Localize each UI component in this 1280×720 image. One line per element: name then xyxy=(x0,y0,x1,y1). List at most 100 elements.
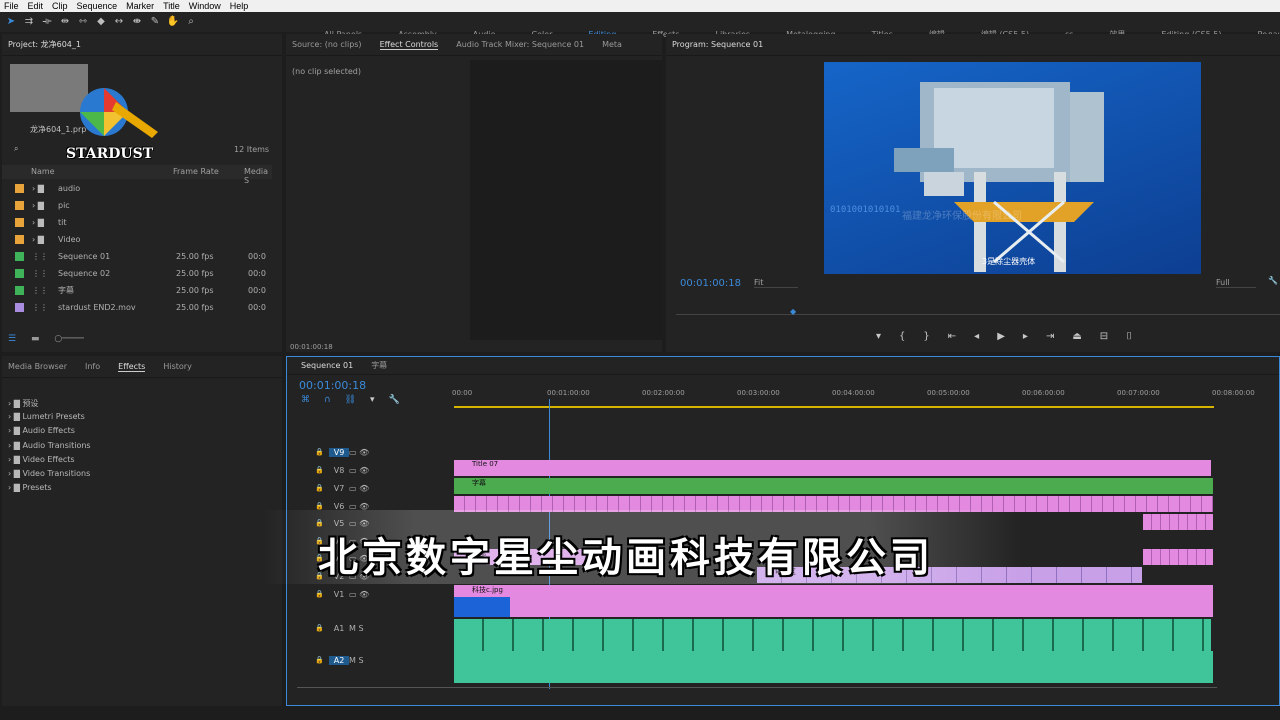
playhead-marker-icon[interactable]: ◆ xyxy=(790,307,796,316)
mark-in-icon[interactable]: { xyxy=(899,331,905,342)
lift-icon[interactable]: ⏏ xyxy=(1072,331,1081,342)
settings-icon[interactable]: 🔧 xyxy=(1268,276,1278,285)
slip-tool-icon[interactable]: ↔ xyxy=(112,16,126,28)
subtitle-clip[interactable]: 字幕 xyxy=(454,478,1213,494)
menu-help[interactable]: Help xyxy=(230,1,249,11)
step-forward-icon[interactable]: ▸ xyxy=(1023,331,1028,342)
ripple-edit-tool-icon[interactable]: ⟛ xyxy=(40,16,54,28)
tab-effects[interactable]: Effects xyxy=(118,362,146,372)
tab-source[interactable]: Source: (no clips) xyxy=(292,40,362,49)
v1-thumb[interactable] xyxy=(454,597,510,617)
project-item[interactable]: › ▇ tit xyxy=(2,214,272,231)
linked-selection-icon[interactable]: ⛓ xyxy=(345,395,356,405)
track-header[interactable]: 🔒 V8 ▭ 👁 xyxy=(315,461,467,479)
play-icon[interactable]: ▶ xyxy=(997,331,1005,342)
title-clip[interactable]: Title 07 xyxy=(454,460,1211,476)
timeline-scrollbar[interactable] xyxy=(297,687,1217,693)
project-item[interactable]: › ▇ audio xyxy=(2,180,272,197)
label-color-swatch[interactable] xyxy=(15,269,24,278)
menu-window[interactable]: Window xyxy=(189,1,221,11)
add-marker-icon[interactable]: ▾ xyxy=(876,331,881,342)
lock-icon[interactable]: 🔒 xyxy=(315,484,329,492)
lock-icon[interactable]: 🔒 xyxy=(315,448,329,456)
label-color-swatch[interactable] xyxy=(15,184,24,193)
program-ruler[interactable]: ◆ xyxy=(676,307,1280,324)
visibility-icon[interactable]: ▭ 👁 xyxy=(349,466,369,475)
step-back-icon[interactable]: ◂ xyxy=(974,331,979,342)
tab-info[interactable]: Info xyxy=(85,362,100,371)
mute-solo-icon[interactable]: M S xyxy=(349,656,364,665)
tab-media-browser[interactable]: Media Browser xyxy=(8,362,67,371)
v3-clips[interactable] xyxy=(1143,549,1213,565)
label-color-swatch[interactable] xyxy=(15,303,24,312)
label-color-swatch[interactable] xyxy=(15,286,24,295)
rate-stretch-tool-icon[interactable]: ⇿ xyxy=(76,16,90,28)
tab-sequence-01[interactable]: Sequence 01 xyxy=(301,361,353,370)
track-label[interactable]: V1 xyxy=(329,590,349,599)
track-label[interactable]: A2 xyxy=(329,655,349,665)
pen-tool-icon[interactable]: ✎ xyxy=(148,16,162,28)
icon-view-icon[interactable]: ▬ xyxy=(31,334,40,344)
mute-solo-icon[interactable]: M S xyxy=(349,624,364,633)
go-to-in-icon[interactable]: ⇤ xyxy=(948,331,956,342)
effects-folder[interactable]: › ▇ Audio Transitions xyxy=(8,441,91,450)
effects-folder[interactable]: › ▇ Video Transitions xyxy=(8,469,90,478)
zoom-tool-icon[interactable]: ⌕ xyxy=(184,16,198,28)
project-item[interactable]: ⋮⋮ Sequence 01 25.00 fps 00:0 xyxy=(2,248,272,265)
track-header[interactable]: 🔒 V7 ▭ 👁 xyxy=(315,479,467,497)
label-color-swatch[interactable] xyxy=(15,201,24,210)
work-area-bar[interactable] xyxy=(454,406,1214,408)
visibility-icon[interactable]: ▭ 👁 xyxy=(349,484,369,493)
nest-icon[interactable]: ⌘ xyxy=(301,395,310,405)
slide-tool-icon[interactable]: ⇼ xyxy=(130,16,144,28)
mark-out-icon[interactable]: } xyxy=(923,331,929,342)
menu-marker[interactable]: Marker xyxy=(126,1,154,11)
label-color-swatch[interactable] xyxy=(15,235,24,244)
effects-folder[interactable]: › ▇ 预设 xyxy=(8,398,38,409)
tab-subtitle-seq[interactable]: 字幕 xyxy=(371,360,387,371)
go-to-out-icon[interactable]: ⇥ xyxy=(1046,331,1054,342)
track-select-tool-icon[interactable]: ⇉ xyxy=(22,16,36,28)
col-name[interactable]: Name xyxy=(31,167,55,176)
visibility-icon[interactable]: ▭ 👁 xyxy=(349,448,369,457)
track-header[interactable]: 🔒 A1 M S xyxy=(315,619,467,637)
zoom-dropdown[interactable]: Fit xyxy=(754,278,798,288)
project-item[interactable]: ⋮⋮ Sequence 02 25.00 fps 00:0 xyxy=(2,265,272,282)
razor-tool-icon[interactable]: ◆ xyxy=(94,16,108,28)
col-fps[interactable]: Frame Rate xyxy=(173,167,219,176)
tab-history[interactable]: History xyxy=(163,362,191,371)
label-color-swatch[interactable] xyxy=(15,218,24,227)
track-label[interactable]: V8 xyxy=(329,466,349,475)
v5-clips[interactable] xyxy=(1143,514,1213,530)
lock-icon[interactable]: 🔒 xyxy=(315,624,329,632)
lock-icon[interactable]: 🔒 xyxy=(315,502,329,510)
list-view-icon[interactable]: ☰ xyxy=(8,334,16,344)
timeline-settings-icon[interactable]: 🔧 xyxy=(389,395,400,405)
a2-clip[interactable] xyxy=(454,651,1213,683)
project-item[interactable]: › ▇ Video xyxy=(2,231,272,248)
selection-tool-icon[interactable]: ➤ xyxy=(4,16,18,28)
label-color-swatch[interactable] xyxy=(15,252,24,261)
program-title[interactable]: Program: Sequence 01 xyxy=(672,40,763,49)
project-item[interactable]: › ▇ pic xyxy=(2,197,272,214)
tab-effect-controls[interactable]: Effect Controls xyxy=(379,40,439,50)
effects-folder[interactable]: › ▇ Lumetri Presets xyxy=(8,412,85,421)
tab-metadata[interactable]: Meta xyxy=(602,40,622,49)
lock-icon[interactable]: 🔒 xyxy=(315,590,329,598)
visibility-icon[interactable]: ▭ 👁 xyxy=(349,590,369,599)
track-header[interactable]: 🔒 A2 M S xyxy=(315,651,467,669)
rolling-edit-tool-icon[interactable]: ⇹ xyxy=(58,16,72,28)
snap-icon[interactable]: ∩ xyxy=(324,395,331,405)
menu-sequence[interactable]: Sequence xyxy=(77,1,118,11)
effects-folder[interactable]: › ▇ Presets xyxy=(8,483,52,492)
marker-icon[interactable]: ▾ xyxy=(370,395,375,405)
extract-icon[interactable]: ⊟ xyxy=(1100,331,1108,342)
menu-edit[interactable]: Edit xyxy=(28,1,44,11)
project-item[interactable]: ⋮⋮ 字幕 25.00 fps 00:0 xyxy=(2,282,272,299)
v1-clip[interactable]: 科技c.jpg xyxy=(454,585,1213,617)
quality-dropdown[interactable]: Full xyxy=(1216,278,1256,288)
menu-file[interactable]: File xyxy=(4,1,19,11)
track-header[interactable]: 🔒 V9 ▭ 👁 xyxy=(315,443,467,461)
lock-icon[interactable]: 🔒 xyxy=(315,466,329,474)
tab-audio-mixer[interactable]: Audio Track Mixer: Sequence 01 xyxy=(456,40,584,49)
